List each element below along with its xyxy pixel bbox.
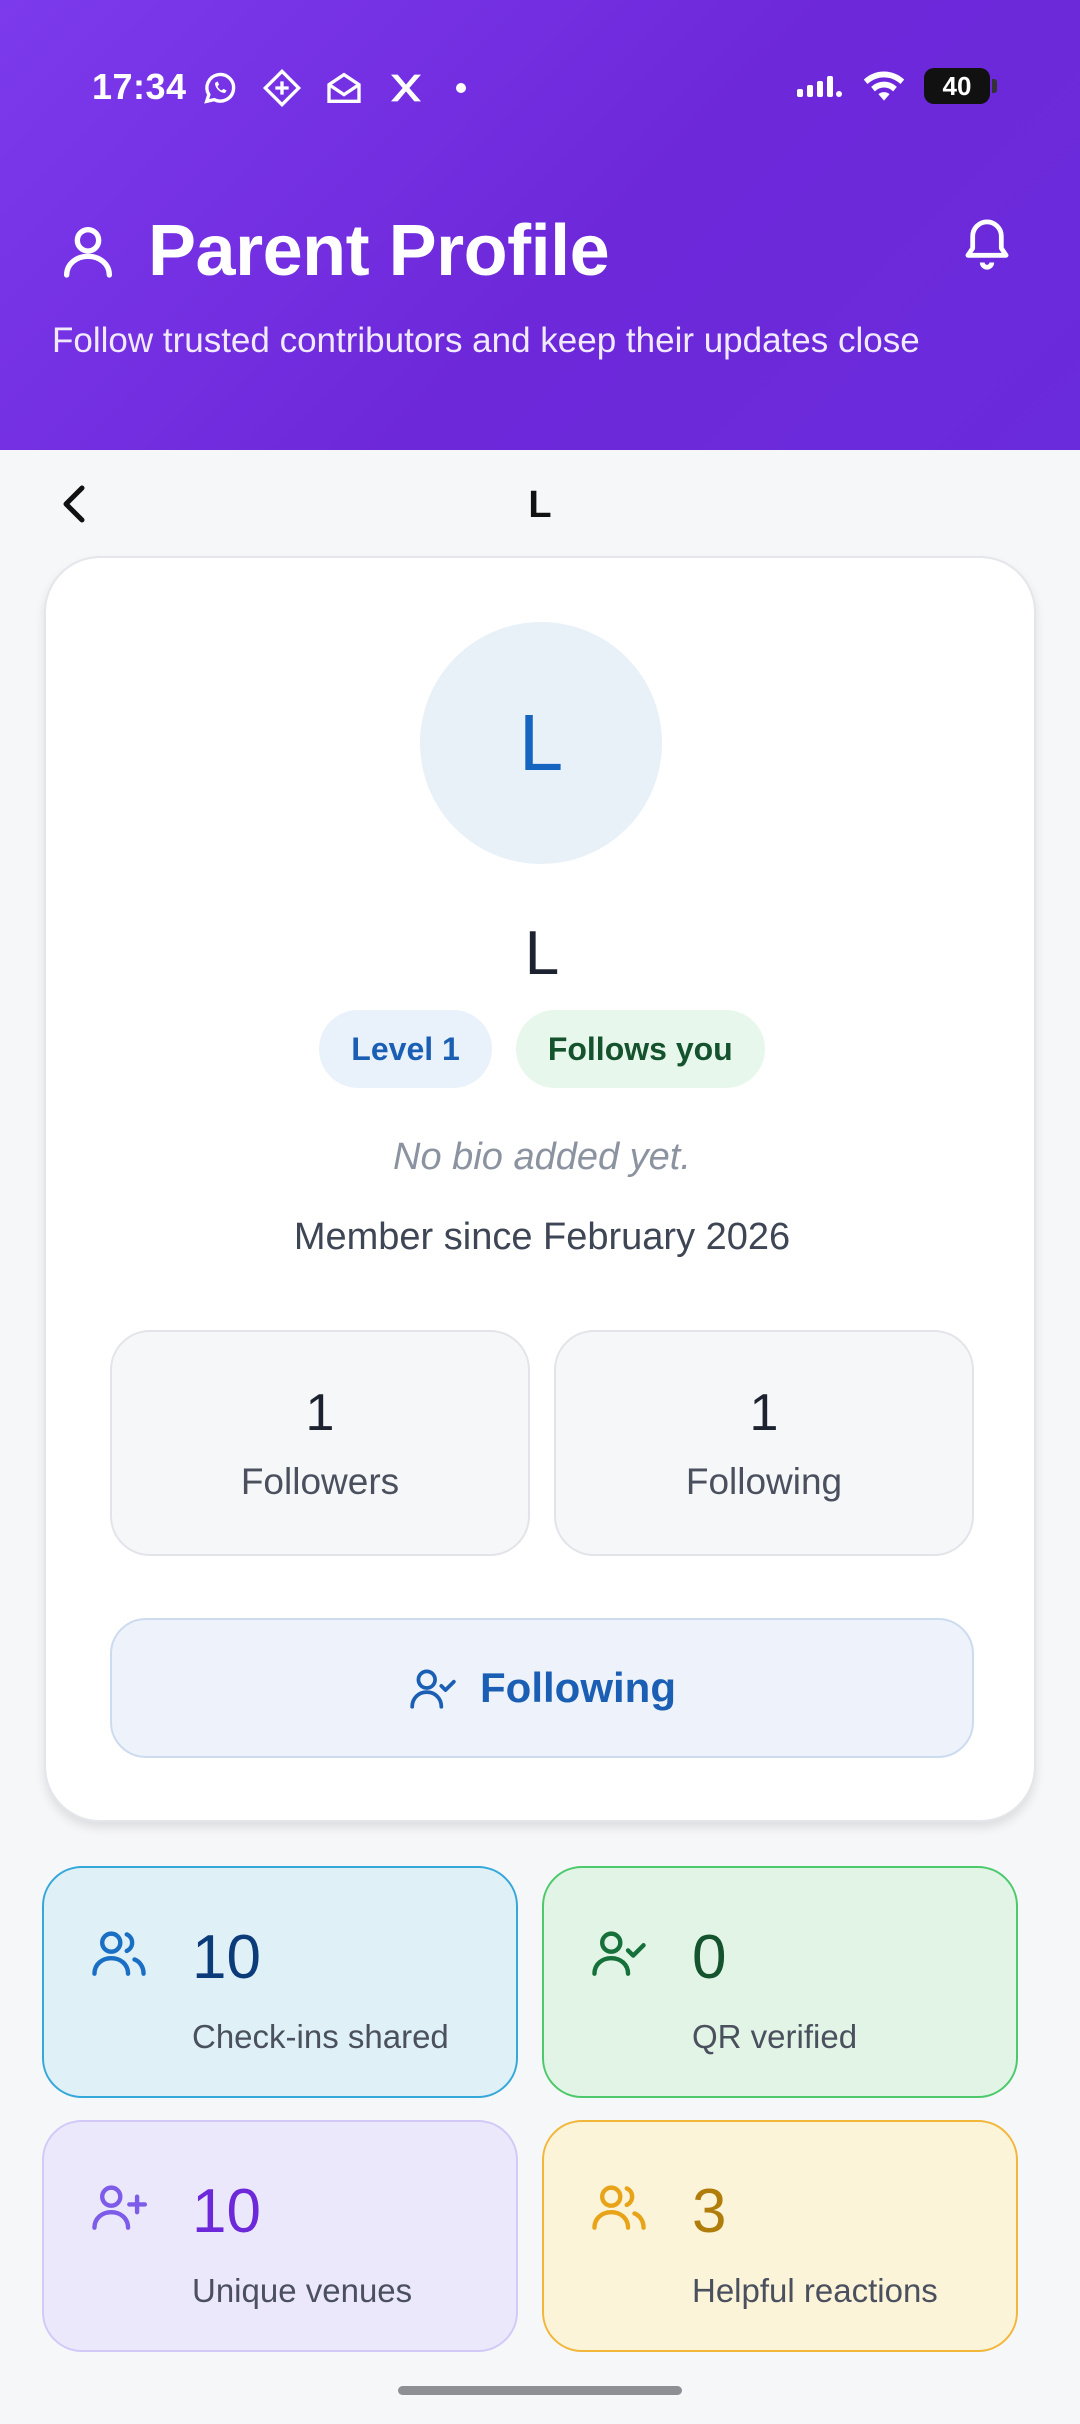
page-title: Parent Profile [148, 211, 610, 291]
follow-stats: 1 Followers 1 Following [110, 1330, 974, 1556]
profile-topbar: L [0, 470, 1080, 540]
metric-value: 3 [692, 2177, 727, 2246]
metric-label: Helpful reactions [692, 2272, 938, 2309]
user-check-icon [592, 1931, 646, 1976]
profile-bio: No bio added yet. [393, 1136, 691, 1178]
users-icon [592, 2185, 646, 2230]
x-app-icon [391, 74, 421, 102]
followers-count: 1 [305, 1384, 335, 1442]
following-stat[interactable]: 1 Following [554, 1330, 974, 1556]
system-status: 40 [796, 66, 997, 106]
header-title-row: Parent Profile [56, 210, 610, 292]
notification-icons [200, 68, 466, 108]
users-icon [92, 1931, 146, 1976]
user-plus-icon [92, 2185, 148, 2230]
wifi-icon [863, 71, 905, 101]
avatar: L [420, 622, 662, 864]
status-bar: 17:34 40 [0, 58, 1080, 118]
metric-checkins-shared: 10 Check-ins shared [42, 1866, 518, 2098]
metric-label: Unique venues [192, 2272, 413, 2309]
topbar-title: L [528, 484, 552, 526]
profile-badges: Level 1 Follows you [46, 1010, 1038, 1088]
followers-stat[interactable]: 1 Followers [110, 1330, 530, 1556]
following-count: 1 [749, 1384, 779, 1442]
home-indicator[interactable] [398, 2386, 682, 2395]
mail-open-icon [327, 72, 361, 103]
profile-card: L L Level 1 Follows you No bio added yet… [44, 556, 1036, 1822]
diamond-app-icon [262, 68, 302, 108]
following-button[interactable]: Following [110, 1618, 974, 1758]
metric-value: 10 [192, 1923, 261, 1992]
followers-label: Followers [240, 1461, 400, 1502]
member-since: Member since February 2026 [293, 1216, 791, 1258]
status-time: 17:34 [92, 66, 187, 107]
metric-qr-verified: 0 QR verified [542, 1866, 1018, 2098]
metric-value: 10 [192, 2177, 261, 2246]
following-label: Following [685, 1461, 843, 1502]
whatsapp-icon [204, 72, 236, 104]
app-header: 17:34 40 Parent Profile Follow trusted c… [0, 0, 1080, 450]
follows-you-badge: Follows you [515, 1010, 765, 1088]
header-subtitle: Follow trusted contributors and keep the… [52, 321, 920, 360]
battery-indicator: 40 [924, 68, 997, 104]
metric-helpful-reactions: 3 Helpful reactions [542, 2120, 1018, 2352]
level-badge: Level 1 [319, 1010, 492, 1088]
signal-icon [797, 76, 842, 97]
more-notifications-dot [456, 83, 466, 93]
metric-value: 0 [692, 1923, 727, 1992]
user-check-icon [410, 1669, 456, 1709]
profile-name: L [524, 919, 560, 988]
bell-icon[interactable] [958, 210, 1016, 272]
following-button-label: Following [480, 1664, 676, 1711]
metric-unique-venues: 10 Unique venues [42, 2120, 518, 2352]
person-icon [64, 227, 112, 278]
metric-label: Check-ins shared [192, 2018, 449, 2055]
metric-label: QR verified [692, 2018, 858, 2055]
